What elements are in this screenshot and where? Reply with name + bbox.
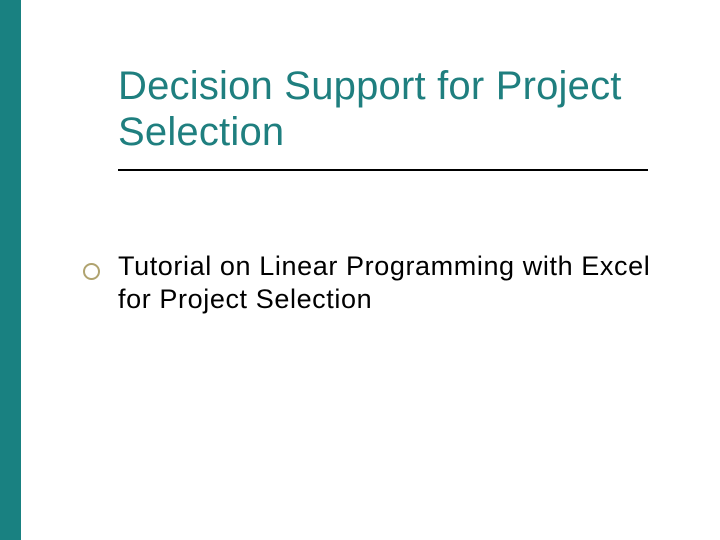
title-underline-rule (118, 169, 648, 171)
slide-subtitle: Tutorial on Linear Programming with Exce… (118, 250, 663, 316)
accent-vertical-bar (0, 0, 21, 540)
slide-title: Decision Support for Project Selection (118, 63, 658, 156)
circle-bullet-icon (83, 263, 100, 280)
slide: Decision Support for Project Selection T… (0, 0, 720, 540)
